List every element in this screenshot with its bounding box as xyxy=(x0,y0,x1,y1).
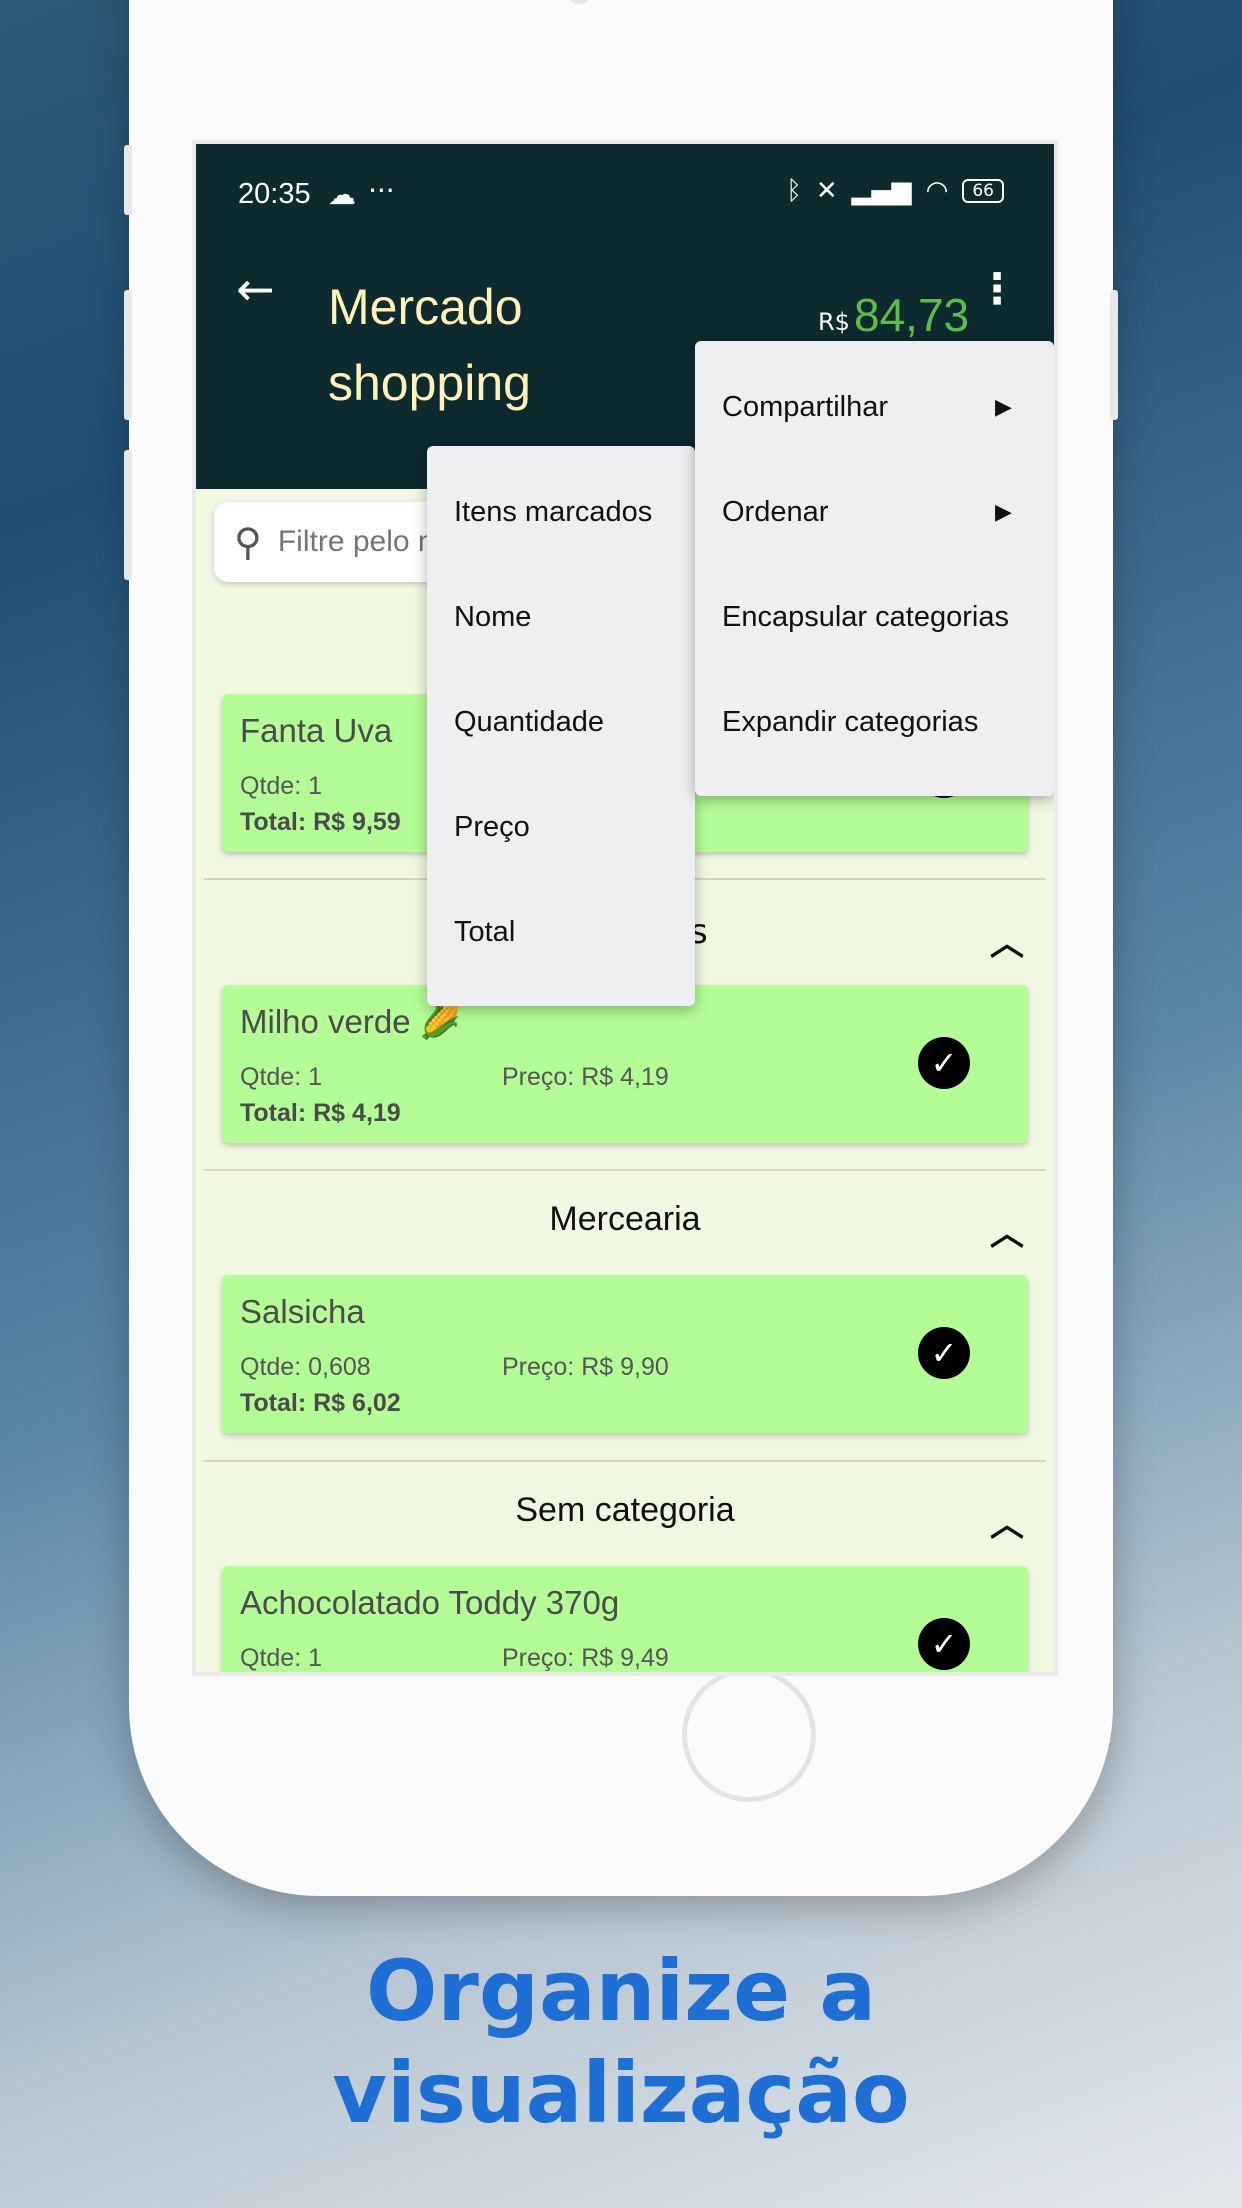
caption-line-1: Organize a xyxy=(365,1942,877,2040)
power-button xyxy=(1110,290,1118,420)
item-name: Milho verde 🌽 xyxy=(240,1003,461,1040)
sort-submenu: Itens marcados Nome Quantidade Preço Tot… xyxy=(427,446,695,1006)
sort-option-total[interactable]: Total xyxy=(454,916,515,949)
wifi-icon: ◠ xyxy=(925,176,949,206)
battery-icon: 66 xyxy=(962,179,1004,203)
vibrate-off-icon: ✕ xyxy=(815,176,838,206)
category-title: Mercearia xyxy=(549,1200,701,1238)
signal-icon: ▂▄▆ xyxy=(851,176,912,206)
item-price: Preço: R$ 4,19 xyxy=(502,1063,669,1091)
item-quantity: Qtde: 1 xyxy=(240,772,322,800)
menu-item-share[interactable]: Compartilhar xyxy=(722,391,888,424)
collapse-chevron-icon[interactable]: ︿ xyxy=(990,916,1024,965)
front-camera xyxy=(566,0,592,4)
sort-option-price[interactable]: Preço xyxy=(454,811,530,844)
menu-item-expand-categories[interactable]: Expandir categorias xyxy=(722,706,978,739)
page-title: Mercado shopping xyxy=(328,279,531,411)
divider xyxy=(204,1460,1046,1462)
cloud-icon: ☁ xyxy=(328,178,356,211)
home-button[interactable] xyxy=(682,1668,816,1802)
checked-icon[interactable]: ✓ xyxy=(918,1327,970,1379)
item-quantity: Qtde: 1 xyxy=(240,1644,322,1672)
sort-option-quantity[interactable]: Quantidade xyxy=(454,706,604,739)
menu-item-collapse-categories[interactable]: Encapsular categorias xyxy=(722,601,1009,634)
overflow-menu: Compartilhar ▶ Ordenar ▶ Encapsular cate… xyxy=(695,341,1054,796)
item-total: Total: R$ 4,19 xyxy=(240,1099,401,1127)
item-price: Preço: R$ 9,49 xyxy=(502,1644,669,1672)
status-icons: ᛒ ✕ ▂▄▆ ◠ 66 xyxy=(786,176,1004,206)
collapse-chevron-icon[interactable]: ︿ xyxy=(990,1206,1024,1255)
item-name: Achocolatado Toddy 370g xyxy=(240,1584,620,1621)
divider xyxy=(204,1169,1046,1171)
item-quantity: Qtde: 0,608 xyxy=(240,1353,371,1381)
more-options-icon[interactable]: ⋮ xyxy=(976,264,1018,313)
list-item[interactable]: Achocolatado Toddy 370g Qtde: 1 Preço: R… xyxy=(222,1566,1028,1672)
volume-down-button xyxy=(124,450,132,580)
total-value: 84,73 xyxy=(854,289,970,341)
item-total: Total: R$ 9,59 xyxy=(240,808,401,836)
more-notifications-icon: ··· xyxy=(368,174,395,207)
sort-option-name[interactable]: Nome xyxy=(454,601,531,634)
list-item[interactable]: Salsicha Qtde: 0,608 Preço: R$ 9,90 Tota… xyxy=(222,1275,1028,1433)
item-total: Total: R$ 6,02 xyxy=(240,1389,401,1417)
mute-switch xyxy=(124,145,132,215)
item-name: Salsicha xyxy=(240,1293,365,1330)
total-currency: R$ xyxy=(818,308,850,336)
app-screen: 20:35 ☁ ··· ᛒ ✕ ▂▄▆ ◠ 66 ← Mercado shopp… xyxy=(192,140,1058,1676)
item-price: Preço: R$ 9,90 xyxy=(502,1353,669,1381)
list-item[interactable]: Milho verde 🌽 Qtde: 1 Preço: R$ 4,19 Tot… xyxy=(222,985,1028,1143)
status-time: 20:35 xyxy=(238,178,311,210)
sort-option-checked[interactable]: Itens marcados xyxy=(454,496,652,529)
category-title: Sem categoria xyxy=(515,1491,735,1529)
back-arrow-icon[interactable]: ← xyxy=(236,262,275,316)
menu-item-sort[interactable]: Ordenar xyxy=(722,496,828,529)
submenu-arrow-icon: ▶ xyxy=(995,395,1012,420)
bluetooth-icon: ᛒ xyxy=(786,176,802,206)
collapse-chevron-icon[interactable]: ︿ xyxy=(990,1497,1024,1546)
checked-icon[interactable]: ✓ xyxy=(918,1037,970,1089)
search-icon: ⚲ xyxy=(234,520,262,564)
caption-line-2: visualização xyxy=(332,2044,910,2142)
item-name: Fanta Uva xyxy=(240,712,393,749)
item-quantity: Qtde: 1 xyxy=(240,1063,322,1091)
checked-icon[interactable]: ✓ xyxy=(918,1618,970,1670)
volume-up-button xyxy=(124,290,132,420)
submenu-arrow-icon: ▶ xyxy=(995,500,1012,525)
